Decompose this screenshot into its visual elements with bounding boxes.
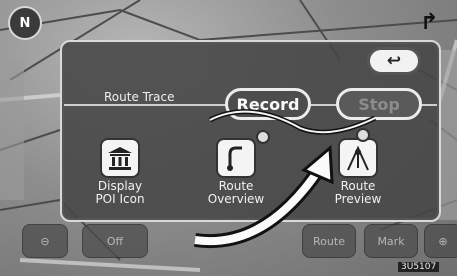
selection-dot [256,130,270,144]
zoom-out-icon: ⊖ [40,234,50,248]
stop-label: Stop [358,94,400,114]
route-label: Route [313,234,345,248]
back-button[interactable]: ↩ [367,47,421,75]
turn-arrow-icon: ↱ [420,10,439,35]
display-poi-icon-label: Display POI Icon [95,179,145,206]
route-trace-label: Route Trace [104,90,175,104]
off-label: Off [106,234,124,248]
compass-icon[interactable]: N [8,6,42,40]
zoom-in-icon: ⊕ [438,234,448,248]
back-icon: ↩ [386,51,402,71]
zoom-in-button[interactable]: ⊕ [424,224,457,258]
stop-button[interactable]: Stop [336,88,422,120]
route-preview-label: Route Preview [334,179,382,206]
route-trace-panel: ↩ Route Trace Record Stop Display POI Ic… [60,40,441,222]
mark-label: Mark [377,234,405,248]
zoom-out-button[interactable]: ⊖ [22,224,68,258]
route-overview-button[interactable]: Route Overview [188,130,284,218]
museum-icon [100,138,140,178]
off-button[interactable]: Off [82,224,148,258]
route-button[interactable]: Route [302,224,356,258]
bottom-bar: ⊖ Off Route Mark ⊕ [22,224,457,260]
display-poi-icon-button[interactable]: Display POI Icon [72,138,168,218]
figure-code: 3U5107 [398,262,440,272]
route-preview-icon [338,138,378,178]
record-button[interactable]: Record [225,88,311,120]
mark-button[interactable]: Mark [364,224,418,258]
route-overview-icon [216,138,256,178]
route-preview-button[interactable]: Route Preview [310,128,406,218]
navigation-screen: N ↱ ⊖ Off Route Mark ⊕ ↩ Route Trace Rec… [0,0,457,276]
selection-dot [356,128,370,142]
route-overview-label: Route Overview [207,179,265,206]
record-label: Record [236,94,300,114]
